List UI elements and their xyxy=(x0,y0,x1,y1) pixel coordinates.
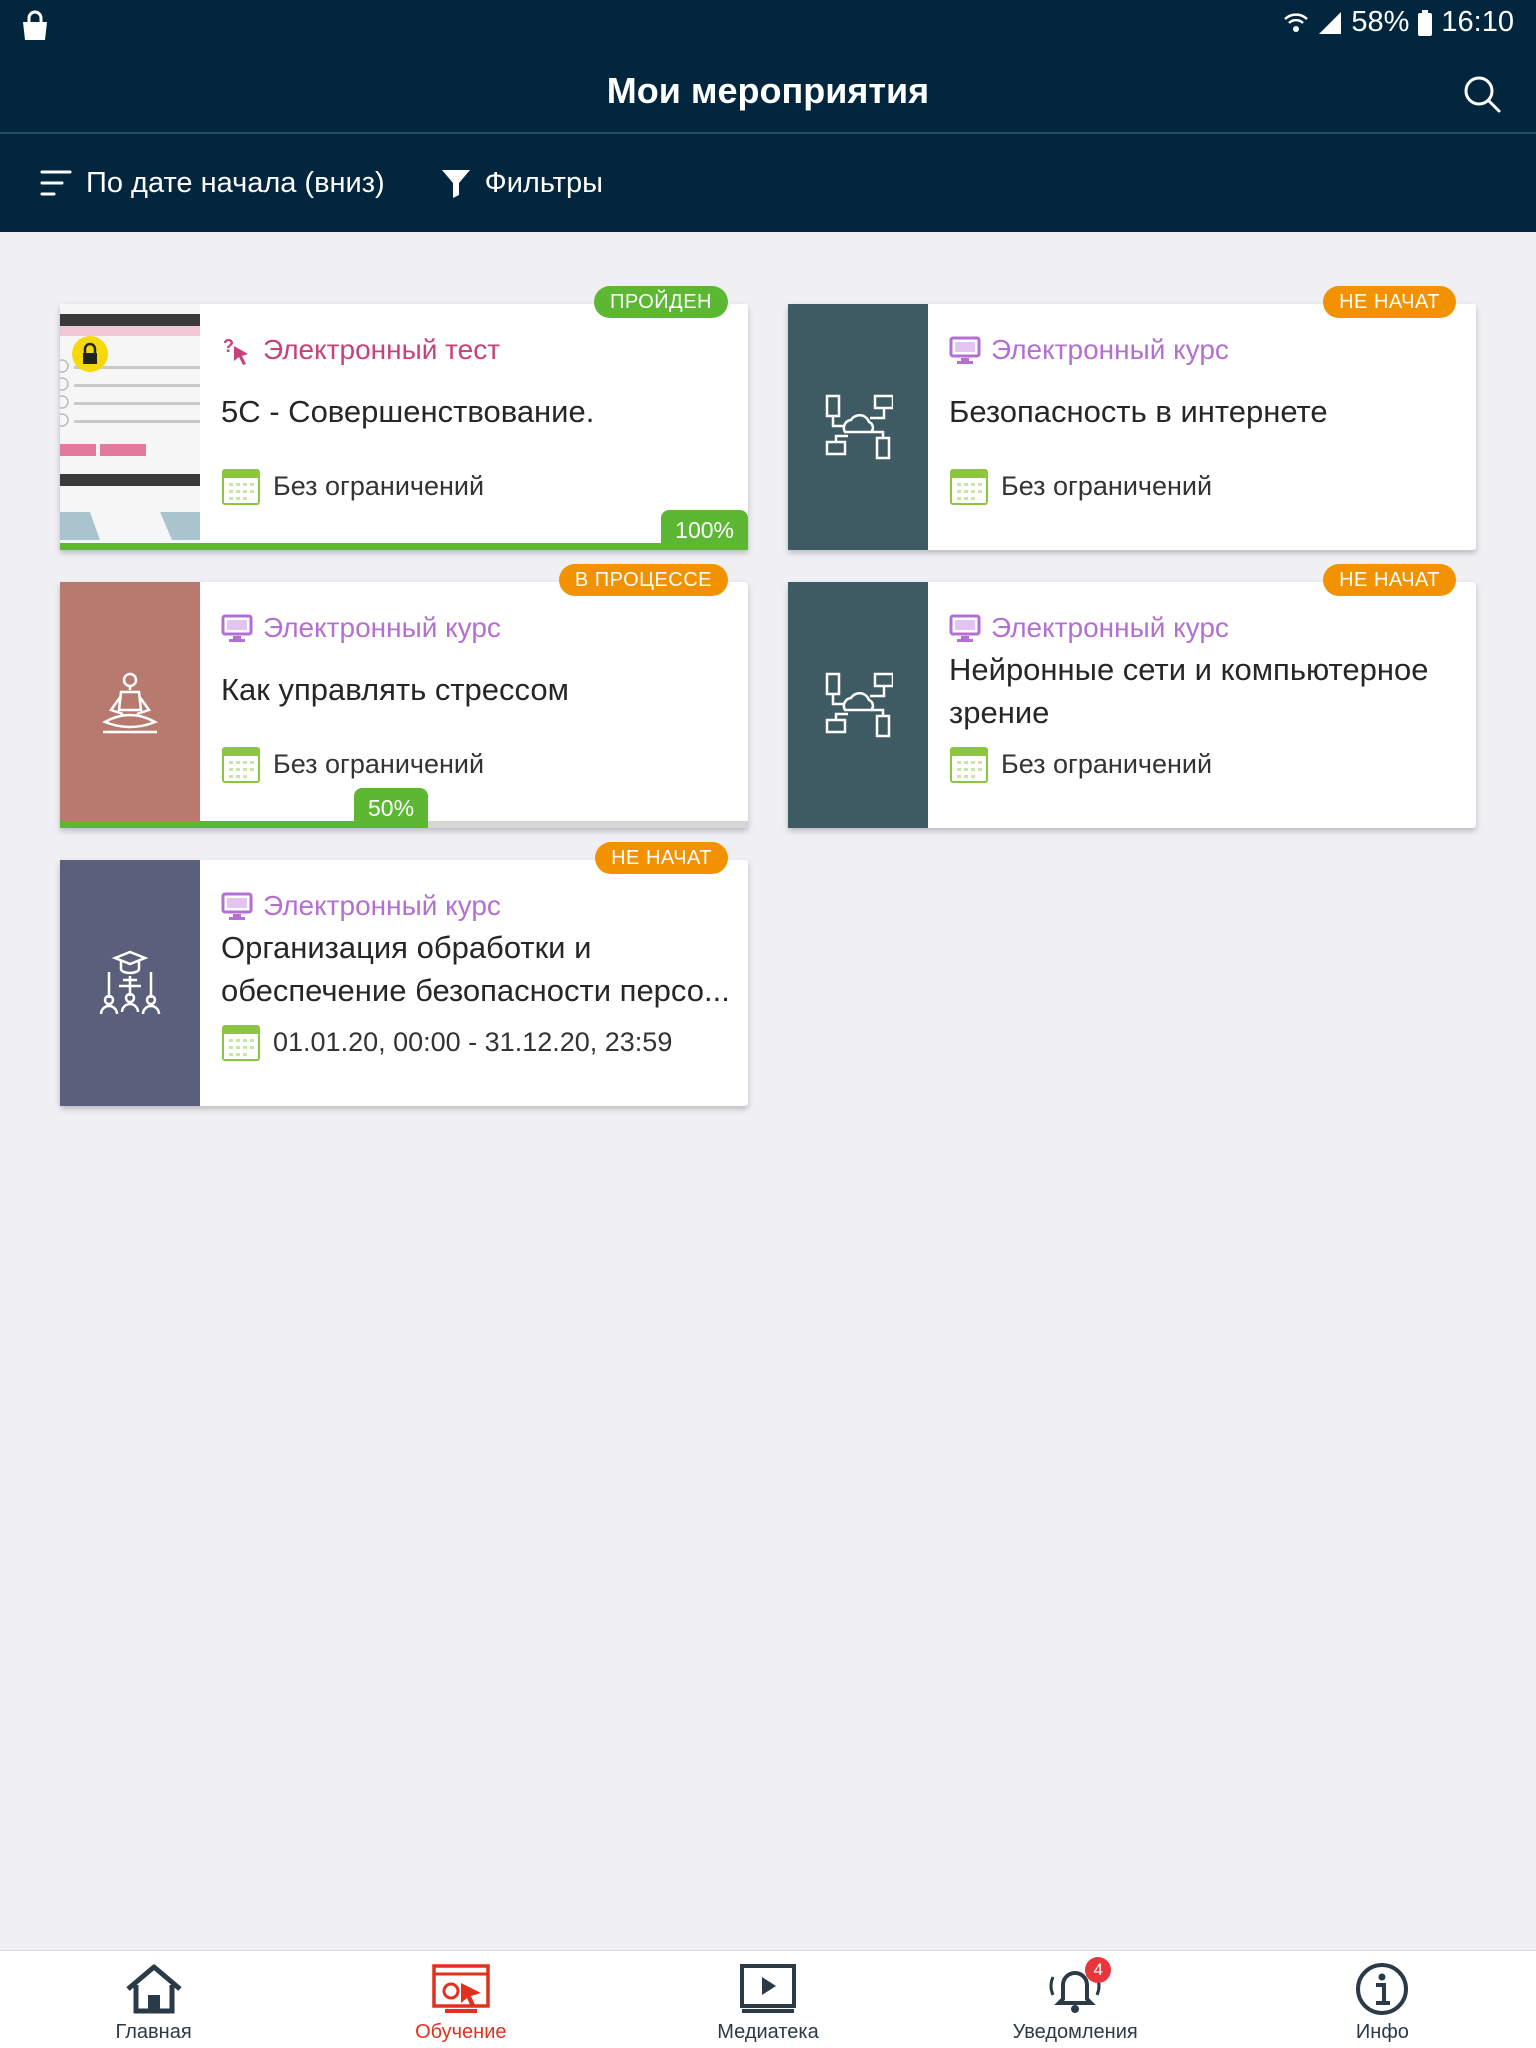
calendar-icon xyxy=(222,469,260,505)
event-card[interactable]: Электронный курс Безопасность в интернет… xyxy=(788,286,1476,550)
event-date: Без ограничений xyxy=(949,466,1212,506)
event-type-label: Электронный курс xyxy=(263,890,501,921)
event-card[interactable]: Электронный курс Нейронные сети и компью… xyxy=(788,564,1476,828)
event-card[interactable]: ? Электронный тест 5С - Совершенствовани… xyxy=(60,286,748,550)
app-header: 58% 16:10 Мои мероприятия По дате начала… xyxy=(0,0,1536,232)
calendar-icon xyxy=(950,747,988,783)
sort-label: По дате начала (вниз) xyxy=(86,166,385,199)
title-bar: Мои мероприятия xyxy=(0,52,1536,134)
event-type-label: Электронный курс xyxy=(991,334,1229,365)
event-type: Электронный курс xyxy=(221,890,501,922)
monitor-icon xyxy=(949,614,981,642)
event-date-label: Без ограничений xyxy=(1001,748,1213,779)
event-type: Электронный курс xyxy=(949,334,1229,366)
calendar-icon xyxy=(222,747,260,783)
network-cloud-icon xyxy=(825,672,893,738)
monitor-icon xyxy=(949,336,981,364)
event-date-label: 01.01.20, 00:00 - 31.12.20, 23:59 xyxy=(273,1026,673,1057)
status-badge: В ПРОЦЕССЕ xyxy=(558,564,728,596)
shopping-bag-icon xyxy=(23,10,47,40)
list-toolbar: По дате начала (вниз) Фильтры xyxy=(0,134,1536,232)
nav-media-library[interactable]: Медиатека xyxy=(614,1951,921,2048)
event-date-label: Без ограничений xyxy=(1001,470,1213,501)
nav-home[interactable]: Главная xyxy=(0,1951,307,2048)
notification-count-badge: 4 xyxy=(1085,1957,1112,1983)
test-screenshot-image xyxy=(60,304,200,550)
test-cursor-icon: ? xyxy=(223,336,248,365)
filter-icon xyxy=(441,170,470,198)
clock: 16:10 xyxy=(1441,6,1514,38)
calendar-icon xyxy=(950,469,988,505)
sort-icon xyxy=(40,170,72,196)
test-thumbnail xyxy=(60,304,200,550)
event-title: 5С - Совершенствование. xyxy=(221,394,595,429)
sort-button[interactable]: По дате начала (вниз) xyxy=(40,167,385,200)
calendar-icon xyxy=(222,1025,260,1061)
nav-info[interactable]: Инфо xyxy=(1229,1951,1536,2048)
people-education-icon xyxy=(99,950,161,1015)
battery-percent: 58% xyxy=(1351,6,1410,38)
event-title: Безопасность в интернете xyxy=(949,394,1328,429)
media-library-icon xyxy=(740,1964,796,2013)
event-date-label: Без ограничений xyxy=(273,470,485,501)
event-card[interactable]: Электронный курс Организация обработки и… xyxy=(60,842,748,1106)
monitor-icon xyxy=(221,614,253,642)
event-title: Нейронные сети и компьютерное зрение xyxy=(949,652,1429,730)
course-thumbnail xyxy=(788,304,928,550)
status-badge: НЕ НАЧАТ xyxy=(1323,564,1456,596)
event-type-label: Электронный тест xyxy=(263,334,501,365)
event-type: ? Электронный тест xyxy=(221,334,500,366)
status-badge: НЕ НАЧАТ xyxy=(595,842,728,874)
progress-label: 50% xyxy=(354,788,429,828)
status-badge: НЕ НАЧАТ xyxy=(1323,286,1456,318)
filter-button[interactable]: Фильтры xyxy=(441,167,603,200)
event-type: Электронный курс xyxy=(221,612,501,644)
filter-label: Фильтры xyxy=(484,166,603,199)
nav-notifications-label: Уведомления xyxy=(1012,2021,1138,2043)
progress-bar xyxy=(60,543,748,550)
progress-fill xyxy=(60,821,404,828)
home-icon xyxy=(125,1964,182,2014)
learning-icon xyxy=(432,1964,490,2013)
battery-icon xyxy=(1418,9,1433,36)
search-icon[interactable] xyxy=(1460,72,1504,116)
event-date: Без ограничений xyxy=(221,744,484,784)
course-thumbnail xyxy=(60,860,200,1106)
nav-learning[interactable]: Обучение xyxy=(307,1951,614,2048)
event-date: Без ограничений xyxy=(221,466,484,506)
event-title: Организация обработки и обеспечение безо… xyxy=(221,930,730,1008)
status-bar: 58% 16:10 xyxy=(0,0,1536,52)
event-type-label: Электронный курс xyxy=(991,612,1229,643)
signal-icon xyxy=(1319,11,1342,34)
course-thumbnail xyxy=(788,582,928,828)
info-icon xyxy=(1356,1963,1409,2015)
progress-label: 100% xyxy=(661,510,748,550)
nav-learning-label: Обучение xyxy=(415,2021,507,2043)
nav-notifications[interactable]: 4 Уведомления xyxy=(922,1951,1229,2048)
event-date-label: Без ограничений xyxy=(273,748,485,779)
nav-home-label: Главная xyxy=(115,2021,192,2043)
progress-fill xyxy=(60,543,748,550)
bottom-navigation: Главная Обучение Медиатека 4 Уведомления… xyxy=(0,1950,1536,2048)
event-date: 01.01.20, 00:00 - 31.12.20, 23:59 xyxy=(221,1022,672,1062)
wifi-icon xyxy=(1284,12,1309,32)
svg-text:?: ? xyxy=(223,336,234,356)
event-date: Без ограничений xyxy=(949,744,1212,784)
event-title: Как управлять стрессом xyxy=(221,672,569,707)
network-cloud-icon xyxy=(825,394,893,460)
nav-media-library-label: Медиатека xyxy=(717,2021,819,2043)
meditation-icon xyxy=(102,672,158,734)
page-title: Мои мероприятия xyxy=(606,70,930,111)
event-card[interactable]: Электронный курс Как управлять стрессом … xyxy=(60,564,748,828)
event-type-label: Электронный курс xyxy=(263,612,501,643)
status-badge: ПРОЙДЕН xyxy=(593,286,728,318)
nav-info-label: Инфо xyxy=(1355,2021,1409,2043)
event-type: Электронный курс xyxy=(949,612,1229,644)
course-thumbnail xyxy=(60,582,200,828)
monitor-icon xyxy=(221,892,253,920)
